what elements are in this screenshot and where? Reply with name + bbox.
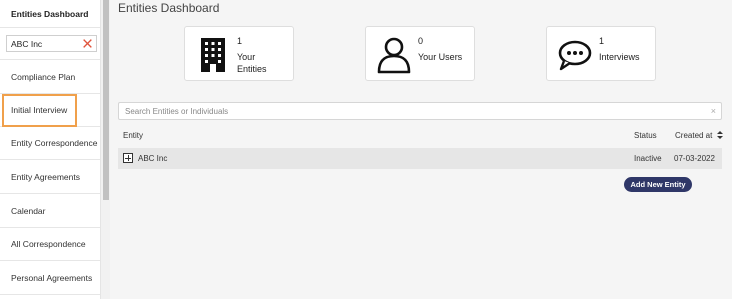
sidebar-item-label: Entity Correspondence bbox=[11, 138, 98, 148]
clear-icon[interactable] bbox=[82, 38, 93, 49]
sidebar-item-entity-agreements[interactable]: Entity Agreements bbox=[0, 161, 100, 194]
entities-label-line2: Entities bbox=[237, 64, 267, 74]
header-created-at[interactable]: Created at bbox=[675, 131, 723, 140]
entity-search-input[interactable]: ABC Inc bbox=[6, 35, 97, 52]
chat-bubble-icon bbox=[558, 40, 592, 71]
sidebar-item-label: Entity Agreements bbox=[11, 172, 80, 182]
sidebar-item-entity-correspondence[interactable]: Entity Correspondence bbox=[0, 127, 100, 160]
main-content: Entities Dashboard 1 Your Entities 0 You… bbox=[110, 0, 732, 299]
sidebar-title[interactable]: Entities Dashboard bbox=[0, 0, 100, 28]
entities-card[interactable]: 1 Your Entities bbox=[184, 26, 294, 81]
sidebar-scrollbar[interactable] bbox=[100, 0, 110, 299]
users-card[interactable]: 0 Your Users bbox=[365, 26, 475, 81]
sidebar-item-label: Calendar bbox=[11, 206, 46, 216]
entities-label-line1: Your bbox=[237, 52, 256, 62]
sidebar-item-label: All Correspondence bbox=[11, 239, 86, 249]
users-count: 0 bbox=[418, 36, 424, 46]
sidebar-item-personal-agreements[interactable]: Personal Agreements bbox=[0, 262, 100, 295]
row-status: Inactive bbox=[634, 154, 662, 163]
search-placeholder: Search Entities or Individuals bbox=[125, 106, 229, 116]
table-row[interactable]: ABC Inc Inactive 07-03-2022 bbox=[118, 148, 722, 169]
sidebar-nav: Entities Dashboard ABC Inc Compliance Pl… bbox=[0, 0, 100, 299]
interviews-count: 1 bbox=[599, 36, 605, 46]
expand-icon[interactable] bbox=[123, 153, 133, 163]
entities-label: Your Entities bbox=[237, 51, 267, 75]
users-label-line1: Your Users bbox=[418, 52, 463, 62]
header-created-label: Created at bbox=[675, 131, 713, 140]
sidebar-item-all-correspondence[interactable]: All Correspondence bbox=[0, 228, 100, 261]
scrollbar-thumb[interactable] bbox=[103, 0, 109, 200]
entity-search-row: ABC Inc bbox=[0, 28, 100, 60]
sort-icon[interactable] bbox=[716, 131, 723, 139]
interviews-card[interactable]: 1 Interviews bbox=[546, 26, 656, 81]
sidebar-item-label: Personal Agreements bbox=[11, 273, 93, 283]
users-label: Your Users bbox=[418, 51, 462, 63]
user-icon bbox=[377, 37, 411, 74]
entity-search-value: ABC Inc bbox=[11, 38, 43, 49]
row-created-at: 07-03-2022 bbox=[674, 154, 715, 163]
header-entity[interactable]: Entity bbox=[123, 131, 143, 140]
add-new-entity-button[interactable]: Add New Entity bbox=[624, 177, 692, 192]
interviews-label-line1: Interviews bbox=[599, 52, 640, 62]
close-icon[interactable]: × bbox=[711, 106, 716, 116]
sidebar: Entities Dashboard ABC Inc Compliance Pl… bbox=[0, 0, 110, 299]
sidebar-item-calendar[interactable]: Calendar bbox=[0, 195, 100, 228]
sidebar-item-initial-interview[interactable]: Initial Interview bbox=[0, 94, 100, 127]
page-title: Entities Dashboard bbox=[118, 1, 220, 15]
sidebar-item-label: Compliance Plan bbox=[11, 72, 76, 82]
header-status[interactable]: Status bbox=[634, 131, 657, 140]
sidebar-title-label: Entities Dashboard bbox=[11, 8, 89, 19]
sidebar-item-compliance-plan[interactable]: Compliance Plan bbox=[0, 61, 100, 94]
row-entity[interactable]: ABC Inc bbox=[138, 154, 167, 163]
entities-count: 1 bbox=[237, 36, 243, 46]
building-icon bbox=[201, 38, 225, 72]
sidebar-item-label: Initial Interview bbox=[11, 105, 68, 115]
entity-search-bar[interactable]: Search Entities or Individuals × bbox=[118, 102, 722, 120]
interviews-label: Interviews bbox=[599, 51, 640, 63]
